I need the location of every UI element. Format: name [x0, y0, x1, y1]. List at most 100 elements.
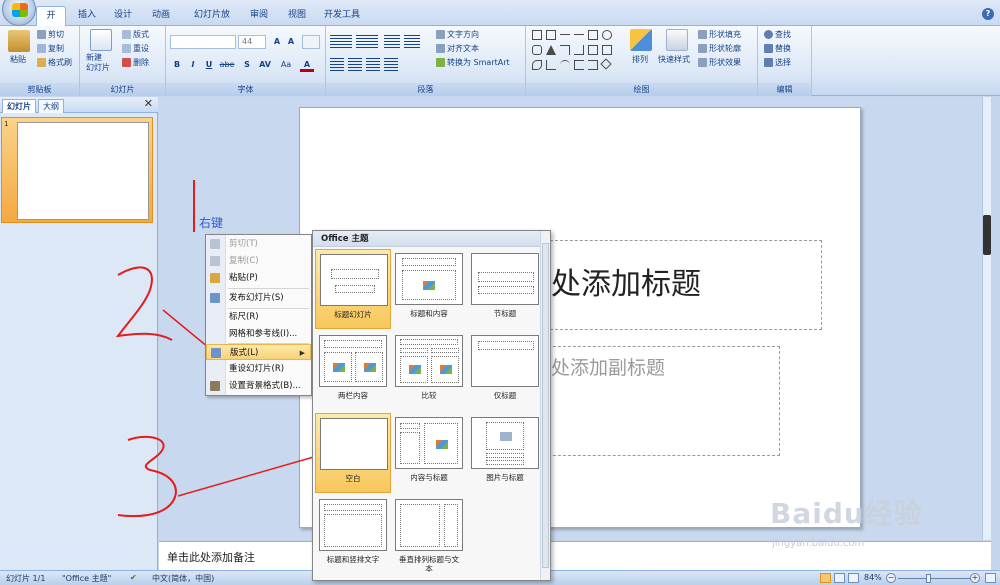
- zoom-slider-thumb[interactable]: [926, 574, 931, 583]
- italic-button[interactable]: I: [186, 58, 200, 72]
- copy-button[interactable]: 复制: [37, 43, 64, 54]
- close-icon[interactable]: ✕: [144, 97, 153, 110]
- strikethrough-button[interactable]: abe: [218, 58, 236, 72]
- layout-two-content[interactable]: 两栏内容: [315, 331, 391, 411]
- layout-vertical-title-text[interactable]: 垂直排列标题与文 本: [391, 495, 467, 575]
- grow-font-button[interactable]: A: [270, 35, 284, 49]
- textbox-shape-icon[interactable]: [532, 30, 542, 40]
- menu-item-ruler[interactable]: 标尺(R): [206, 309, 311, 325]
- oval-shape-icon[interactable]: [602, 30, 612, 40]
- tab-home[interactable]: 开始: [36, 6, 66, 39]
- right-brace-shape-icon[interactable]: [588, 60, 598, 70]
- decrease-indent-button[interactable]: [384, 35, 400, 49]
- language[interactable]: 中文(简体，中国): [152, 573, 214, 584]
- shrink-font-button[interactable]: A: [284, 35, 298, 49]
- layout-blank[interactable]: 空白: [315, 413, 391, 493]
- align-left-button[interactable]: [330, 58, 344, 72]
- rounded-rect-shape-icon[interactable]: [532, 45, 542, 55]
- vertical-scrollbar[interactable]: [982, 97, 991, 540]
- shape-outline-button[interactable]: 形状轮廓: [698, 43, 741, 54]
- tab-outline[interactable]: 大纲: [38, 99, 64, 113]
- font-size-combo[interactable]: 44: [238, 35, 266, 49]
- slide-sorter-view-icon[interactable]: [834, 573, 845, 583]
- layout-content-caption[interactable]: 内容与标题: [391, 413, 467, 493]
- slide-thumbnail[interactable]: [17, 122, 149, 220]
- cut-button[interactable]: 剪切: [37, 29, 64, 40]
- tab-design[interactable]: 设计: [108, 6, 138, 26]
- layout-title-vertical-text[interactable]: 标题和竖排文字: [315, 495, 391, 575]
- align-text-button[interactable]: 对齐文本: [436, 43, 479, 54]
- change-case-button[interactable]: Aa: [278, 58, 294, 72]
- tab-review[interactable]: 审阅: [244, 6, 274, 26]
- char-spacing-button[interactable]: AV: [256, 58, 274, 72]
- select-button[interactable]: 选择: [764, 57, 791, 68]
- layout-comparison[interactable]: 比较: [391, 331, 467, 411]
- menu-item-format-background[interactable]: 设置背景格式(B)...: [206, 378, 311, 394]
- tab-slides[interactable]: 幻灯片: [2, 99, 36, 113]
- layout-button[interactable]: 版式: [122, 29, 149, 40]
- menu-item-grid-guides[interactable]: 网格和参考线(I)...: [206, 326, 311, 342]
- numbering-button[interactable]: [356, 35, 378, 49]
- down-arrow-shape-icon[interactable]: [602, 45, 612, 55]
- subtitle-placeholder[interactable]: 处添加副标题: [528, 346, 780, 456]
- layout-picture-caption[interactable]: 图片与标题: [467, 413, 543, 493]
- format-painter-button[interactable]: 格式刷: [37, 57, 72, 68]
- rectangle-shape-icon[interactable]: [588, 30, 598, 40]
- reset-button[interactable]: 重设: [122, 43, 149, 54]
- tab-developer[interactable]: 开发工具: [318, 6, 366, 26]
- clear-format-button[interactable]: [302, 35, 320, 49]
- tab-animations[interactable]: 动画: [145, 6, 177, 26]
- zoom-slider[interactable]: [898, 578, 978, 579]
- normal-view-icon[interactable]: [820, 573, 831, 583]
- quick-styles-button[interactable]: 快速样式: [658, 54, 690, 65]
- shape-fill-button[interactable]: 形状填充: [698, 29, 741, 40]
- zoom-in-icon[interactable]: +: [970, 573, 980, 583]
- justify-button[interactable]: [384, 58, 398, 72]
- triangle-shape-icon[interactable]: [546, 45, 556, 55]
- elbow-connector-shape-icon[interactable]: [560, 45, 570, 55]
- align-center-button[interactable]: [348, 58, 362, 72]
- arc-shape-icon[interactable]: [560, 60, 570, 70]
- replace-button[interactable]: 替换: [764, 43, 791, 54]
- tab-insert[interactable]: 插入: [72, 6, 102, 26]
- increase-indent-button[interactable]: [404, 35, 420, 49]
- align-right-button[interactable]: [366, 58, 380, 72]
- line-shape-icon[interactable]: [560, 34, 570, 35]
- text-direction-button[interactable]: 文字方向: [436, 29, 479, 40]
- font-color-button[interactable]: A: [300, 58, 314, 72]
- paste-button[interactable]: 粘贴: [10, 54, 26, 65]
- delete-button[interactable]: 删除: [122, 57, 149, 68]
- arrange-button[interactable]: 排列: [632, 54, 648, 65]
- office-button[interactable]: [2, 0, 36, 26]
- freeform-shape-icon[interactable]: [532, 60, 542, 70]
- layout-section-header[interactable]: 节标题: [467, 249, 543, 329]
- underline-button[interactable]: U: [202, 58, 216, 72]
- side-handle[interactable]: [983, 215, 991, 255]
- gallery-scroll-thumb[interactable]: [542, 243, 549, 568]
- menu-item-layout[interactable]: 版式(L) ▶: [206, 344, 311, 360]
- spellcheck-icon[interactable]: ✔: [130, 573, 137, 582]
- tab-slideshow[interactable]: 幻灯片放映: [184, 6, 240, 38]
- right-arrow-shape-icon[interactable]: [588, 45, 598, 55]
- find-button[interactable]: 查找: [764, 29, 791, 40]
- layout-title-content[interactable]: 标题和内容: [391, 249, 467, 329]
- layout-title-slide[interactable]: 标题幻灯片: [315, 249, 391, 329]
- slideshow-view-icon[interactable]: [848, 573, 859, 583]
- bullets-button[interactable]: [330, 35, 352, 49]
- font-name-combo[interactable]: [170, 35, 236, 49]
- menu-item-cut[interactable]: 剪切(T): [206, 236, 311, 252]
- slide-thumbnail-selected[interactable]: 1: [1, 117, 153, 223]
- new-slide-button[interactable]: 新建 幻灯片: [86, 53, 110, 73]
- shapes-gallery[interactable]: [532, 30, 624, 74]
- smartart-button[interactable]: 转换为 SmartArt: [436, 57, 510, 68]
- left-brace-shape-icon[interactable]: [574, 60, 584, 70]
- zoom-level[interactable]: 84%: [864, 573, 882, 582]
- tab-view[interactable]: 视图: [282, 6, 312, 26]
- bold-button[interactable]: B: [170, 58, 184, 72]
- help-icon[interactable]: ?: [982, 8, 994, 20]
- menu-item-reset-slide[interactable]: 重设幻灯片(R): [206, 361, 311, 377]
- title-placeholder[interactable]: 处添加标题: [520, 240, 822, 330]
- menu-item-publish-slides[interactable]: 发布幻灯片(S): [206, 290, 311, 306]
- menu-item-paste[interactable]: 粘贴(P): [206, 270, 311, 286]
- arrow-shape-icon[interactable]: [574, 34, 584, 35]
